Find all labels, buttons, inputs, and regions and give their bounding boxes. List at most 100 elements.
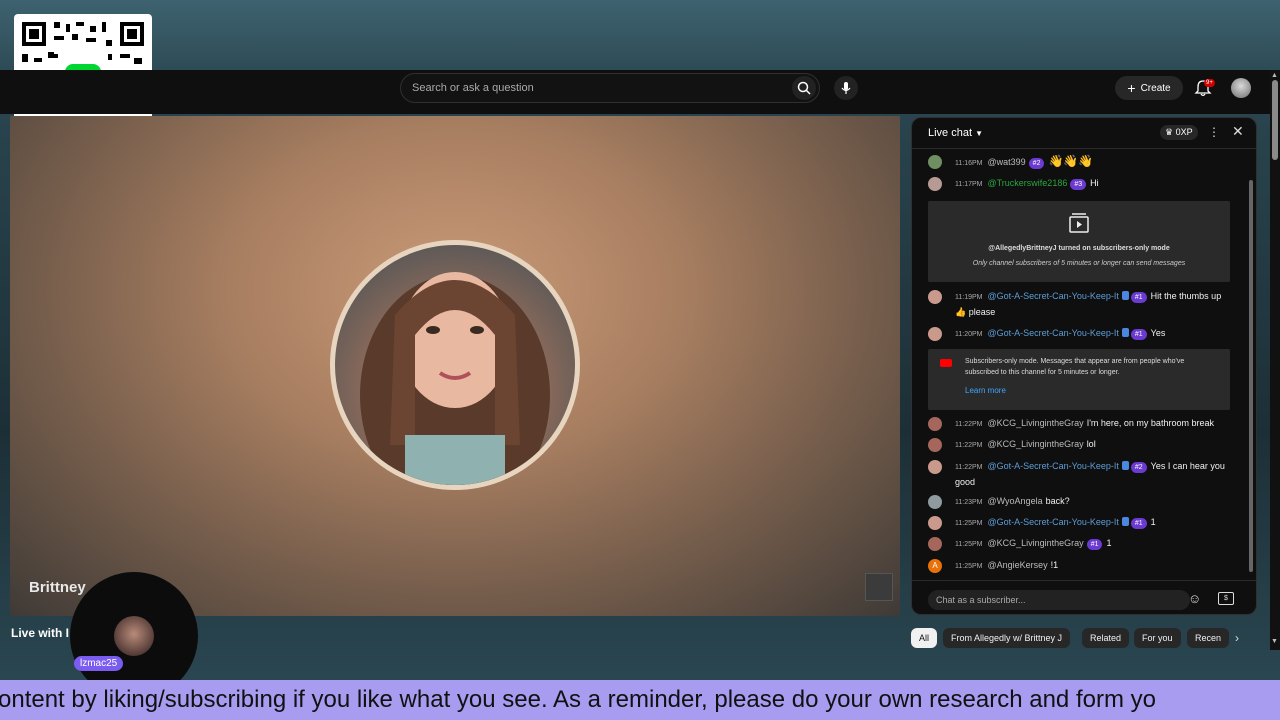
user-avatar[interactable] xyxy=(928,537,942,551)
message-author[interactable]: @KCG_LivingintheGray xyxy=(988,439,1084,449)
message-text: back? xyxy=(1045,496,1070,506)
subscribers-mode-notice: @AllegedlyBrittneyJ turned on subscriber… xyxy=(928,201,1230,282)
live-chat-dropdown[interactable]: Live chat ▼ xyxy=(928,127,983,139)
verified-badge-icon xyxy=(1121,291,1129,300)
message-time: 11:20PM xyxy=(955,331,983,338)
message-time: 11:16PM xyxy=(955,160,983,167)
message-time: 11:23PM xyxy=(955,499,983,506)
search-button[interactable] xyxy=(792,76,816,100)
message-author[interactable]: @Got-A-Secret-Can-You-Keep-It xyxy=(988,291,1119,301)
host-portrait-image xyxy=(330,240,580,490)
ticker-text: ontent by liking/subscribing if you like… xyxy=(0,686,1156,713)
user-avatar[interactable]: A xyxy=(928,559,942,573)
emoji-icon[interactable]: ☺ xyxy=(1188,591,1201,606)
rank-badge: #2 xyxy=(1028,158,1045,169)
user-avatar[interactable] xyxy=(928,155,942,169)
message-author[interactable]: @wat399 xyxy=(988,157,1026,167)
rank-badge: #3 xyxy=(1070,179,1087,190)
message-author[interactable]: @Got-A-Secret-Can-You-Keep-It xyxy=(988,517,1119,527)
message-time: 11:22PM xyxy=(955,442,983,449)
crown-icon: ♛ xyxy=(1165,127,1174,137)
chip-from-channel[interactable]: From Allegedly w/ Brittney J xyxy=(943,628,1071,648)
scroll-down-icon[interactable]: ▼ xyxy=(1271,638,1278,645)
chip-all[interactable]: All xyxy=(911,628,938,648)
webcam-face xyxy=(114,616,154,656)
search-placeholder: Search or ask a question xyxy=(412,82,534,94)
chip-recent[interactable]: Recen xyxy=(1187,628,1230,648)
chat-input-area: Chat as a subscriber... ☺ $ xyxy=(912,580,1256,614)
stream-title: Live with I xyxy=(11,626,70,640)
super-chat-icon[interactable]: $ xyxy=(1218,592,1234,605)
message-time: 11:25PM xyxy=(955,563,983,570)
chat-header: Live chat ▼ ♛ 0XP ⋮ ✕ xyxy=(912,118,1256,149)
chevron-down-icon: ▼ xyxy=(975,129,984,138)
chevron-right-icon[interactable]: › xyxy=(1235,631,1239,645)
search-input[interactable]: Search or ask a question xyxy=(400,73,820,103)
chat-message-input[interactable]: Chat as a subscriber... xyxy=(928,590,1190,610)
chat-scrollbar[interactable] xyxy=(1249,180,1253,572)
scrolling-ticker: ontent by liking/subscribing if you like… xyxy=(0,680,1280,720)
rank-badge: #2 xyxy=(1130,462,1147,473)
message-author[interactable]: @Truckerswife2186 xyxy=(988,178,1068,188)
scroll-up-icon[interactable]: ▲ xyxy=(1271,72,1278,79)
create-button[interactable]: + Create xyxy=(1115,76,1183,100)
message-time: 11:17PM xyxy=(955,181,983,188)
user-avatar[interactable] xyxy=(928,290,942,304)
message-time: 11:22PM xyxy=(955,464,983,471)
create-label: Create xyxy=(1140,82,1171,94)
page-scroll-thumb[interactable] xyxy=(1272,80,1278,160)
user-avatar[interactable] xyxy=(928,438,942,452)
message-author[interactable]: @Got-A-Secret-Can-You-Keep-It xyxy=(988,461,1119,471)
portrait-illustration xyxy=(360,272,550,485)
user-avatar[interactable] xyxy=(928,417,942,431)
account-avatar[interactable] xyxy=(1231,78,1251,98)
message-time: 11:19PM xyxy=(955,294,983,301)
recommendation-chips: All From Allegedly w/ Brittney J Related… xyxy=(911,628,1246,650)
message-author[interactable]: @WyoAngela xyxy=(988,496,1043,506)
webcam-username-label: lzmac25 xyxy=(74,656,124,671)
user-avatar[interactable] xyxy=(928,327,942,341)
message-text: 👋👋👋 xyxy=(1048,154,1094,168)
live-chat-title: Live chat xyxy=(928,127,973,139)
subscriptions-icon xyxy=(1069,213,1089,233)
user-avatar[interactable] xyxy=(928,495,942,509)
rank-badge: #1 xyxy=(1086,539,1103,550)
search-icon xyxy=(797,81,811,95)
more-options-icon[interactable]: ⋮ xyxy=(1208,125,1220,139)
chat-messages: 11:16PM @wat399 #2 👋👋👋 11:17PM @Truckerswife… xyxy=(912,151,1256,575)
learn-more-link[interactable]: Learn more xyxy=(965,386,1006,395)
user-avatar[interactable] xyxy=(928,516,942,530)
message-time: 11:25PM xyxy=(955,541,983,548)
message-text: 1 xyxy=(1150,517,1156,527)
voice-search-button[interactable] xyxy=(834,76,858,100)
chip-for-you[interactable]: For you xyxy=(1134,628,1181,648)
microphone-icon xyxy=(841,82,851,94)
user-avatar[interactable] xyxy=(928,177,942,191)
message-text: 1 xyxy=(1106,538,1112,548)
rank-badge: #1 xyxy=(1130,329,1147,340)
verified-badge-icon xyxy=(1121,461,1129,470)
chip-related[interactable]: Related xyxy=(1082,628,1130,648)
user-avatar[interactable] xyxy=(928,460,942,474)
message-author[interactable]: @KCG_LivingintheGray xyxy=(988,418,1084,428)
message-text: !1 xyxy=(1050,560,1059,570)
message-text: lol xyxy=(1086,439,1096,449)
message-author[interactable]: @Got-A-Secret-Can-You-Keep-It xyxy=(988,328,1119,338)
verified-badge-icon xyxy=(1121,517,1129,526)
message-time: 11:22PM xyxy=(955,421,983,428)
page-scrollbar[interactable]: ▲ ▼ xyxy=(1270,70,1280,650)
live-chat-panel: Live chat ▼ ♛ 0XP ⋮ ✕ 11:16PM @wat399 #2 👋👋… xyxy=(911,117,1257,615)
close-icon[interactable]: ✕ xyxy=(1232,123,1244,140)
plus-icon: + xyxy=(1127,80,1136,96)
message-author[interactable]: @KCG_LivingintheGray xyxy=(988,538,1084,548)
xp-value: 0XP xyxy=(1175,127,1193,137)
rank-badge: #1 xyxy=(1130,518,1147,529)
stream-name-overlay: Brittney xyxy=(29,579,86,596)
notification-count-badge: 9+ xyxy=(1204,79,1215,87)
message-text: Yes xyxy=(1150,328,1166,338)
notice-line-1: @AllegedlyBrittneyJ turned on subscriber… xyxy=(988,245,1170,252)
info-text: Subscribers-only mode. Messages that app… xyxy=(965,358,1185,376)
youtube-icon xyxy=(940,359,952,367)
message-author[interactable]: @AngieKersey xyxy=(988,560,1048,570)
xp-badge[interactable]: ♛ 0XP xyxy=(1160,125,1198,140)
